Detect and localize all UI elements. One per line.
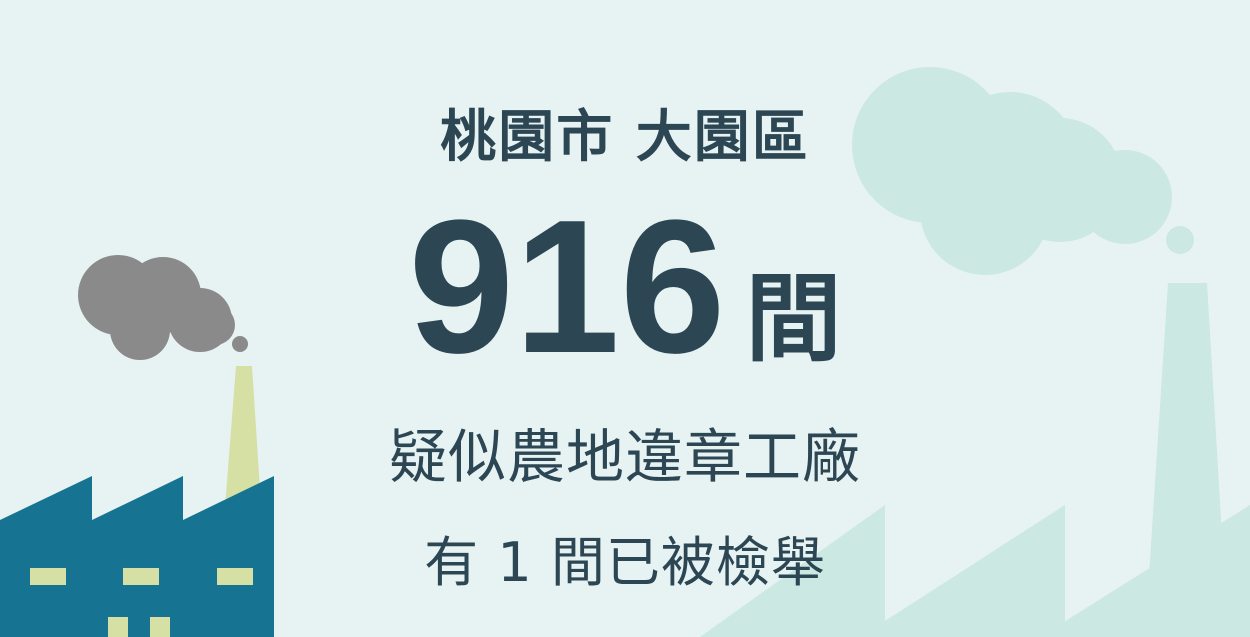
count-number: 916 — [408, 181, 726, 393]
reported-suffix: 間已被檢舉 — [550, 531, 826, 594]
city-name: 桃園市 — [440, 105, 615, 170]
factory-count: 916 間 — [0, 192, 1250, 382]
reported-prefix: 有 — [424, 531, 480, 594]
reported-text: 有 1 間已被檢舉 — [0, 518, 1250, 597]
reported-number: 1 — [497, 531, 533, 594]
count-unit: 間 — [745, 263, 842, 375]
location-heading: 桃園市 大園區 — [0, 92, 1250, 173]
headline-block: 桃園市 大園區 916 間 疑似農地違章工廠 有 1 間已被檢舉 — [0, 0, 1250, 637]
district-name: 大園區 — [635, 105, 810, 170]
description-text: 疑似農地違章工廠 — [388, 423, 861, 491]
